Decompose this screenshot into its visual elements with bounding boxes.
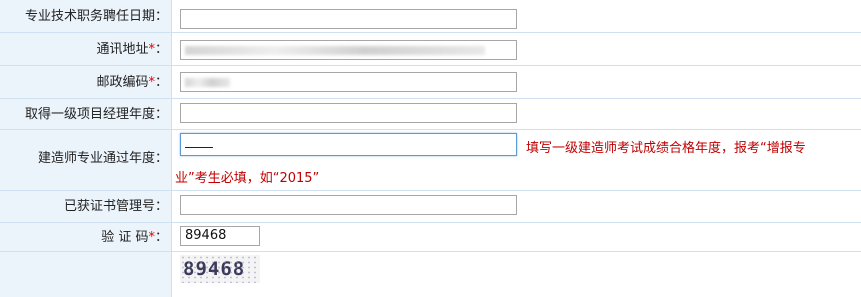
address-label: 通讯地址*： xyxy=(0,33,172,65)
appoint-date-input[interactable] xyxy=(180,9,517,29)
builder-year-hint-line2: 业”考生必填，如“2015” xyxy=(175,171,320,186)
registration-form: 专业技术职务聘任日期： 通讯地址*： 邮政编码*： 取得一级项目经理年度： 建造… xyxy=(0,0,861,297)
builder-year-hint-line1: 填写一级建造师考试成绩合格年度，报考“增报专 xyxy=(526,141,806,156)
captcha-label: 验 证 码*： xyxy=(0,223,172,251)
postcode-input[interactable] xyxy=(180,72,517,92)
appoint-date-label: 专业技术职务聘任日期： xyxy=(0,0,172,32)
captcha-input[interactable]: 89468 xyxy=(180,226,260,246)
cert-no-input[interactable] xyxy=(180,195,517,215)
row-captcha-image xyxy=(0,252,861,297)
row-appoint-date: 专业技术职务聘任日期： xyxy=(0,0,861,33)
row-cert-no: 已获证书管理号： xyxy=(0,191,861,223)
address-input[interactable] xyxy=(180,40,517,60)
row-postcode: 邮政编码*： xyxy=(0,66,861,99)
captcha-image-label-cell xyxy=(0,252,172,297)
row-pm-year: 取得一级项目经理年度： xyxy=(0,99,861,130)
builder-year-input[interactable] xyxy=(180,133,517,156)
postcode-label: 邮政编码*： xyxy=(0,66,172,98)
row-captcha: 验 证 码*： 89468 xyxy=(0,223,861,252)
row-builder-year: 建造师专业通过年度： 填写一级建造师考试成绩合格年度，报考“增报专 业”考生必填… xyxy=(0,130,861,191)
redacted-address xyxy=(185,46,485,55)
captcha-image[interactable]: 89468 xyxy=(180,255,260,283)
builder-year-label: 建造师专业通过年度： xyxy=(0,130,172,190)
pm-year-input[interactable] xyxy=(180,103,517,123)
cert-no-label: 已获证书管理号： xyxy=(0,191,172,222)
row-address: 通讯地址*： xyxy=(0,33,861,66)
text-caret xyxy=(185,137,213,148)
redacted-postcode xyxy=(185,78,230,87)
pm-year-label: 取得一级项目经理年度： xyxy=(0,99,172,129)
